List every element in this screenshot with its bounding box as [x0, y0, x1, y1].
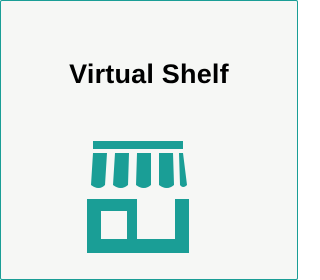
- virtual-shelf-tile[interactable]: Virtual Shelf: [0, 0, 298, 280]
- tile-title: Virtual Shelf: [69, 59, 229, 89]
- storefront-icon: [87, 141, 189, 253]
